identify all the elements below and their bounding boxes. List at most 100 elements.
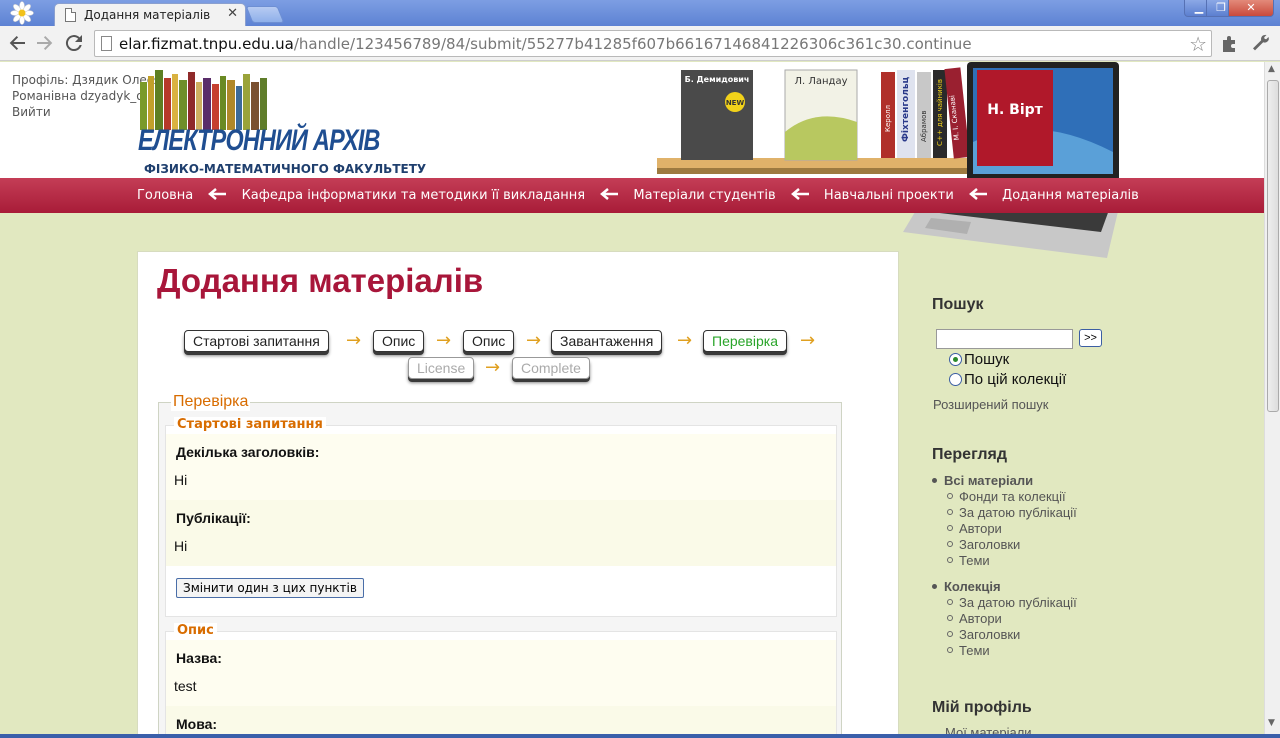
wrench-menu-icon[interactable] <box>1250 33 1272 53</box>
search-scope-collection-radio[interactable] <box>949 373 962 386</box>
edit-initial-questions-button[interactable]: Змінити один з цих пунктів <box>176 578 364 598</box>
step-describe-2[interactable]: Опис <box>463 330 515 352</box>
chrome-daisy-icon[interactable] <box>10 1 34 25</box>
breadcrumb-current: Додання матеріалів <box>1002 188 1139 203</box>
review-legend: Перевірка <box>171 393 251 411</box>
breadcrumb-home[interactable]: Головна <box>137 188 193 203</box>
book-new-badge: NEW <box>726 99 745 107</box>
search-input[interactable] <box>936 329 1073 349</box>
new-tab-button[interactable] <box>245 6 285 23</box>
browse-all-subjects-link[interactable]: Теми <box>959 553 990 568</box>
main-content: Додання матеріалів Стартові запитання → … <box>137 251 899 734</box>
review-row-title: Назва: test <box>166 640 836 706</box>
back-arrow-icon[interactable] <box>5 31 29 55</box>
tab-title: Додання матеріалів <box>84 8 211 22</box>
bullet-circle-icon <box>947 615 953 621</box>
window-close-button[interactable]: ✕ <box>1228 0 1274 17</box>
site-header: Профіль: Дзядик Олеся Романівна dzyadyk_… <box>0 62 1264 258</box>
page-icon <box>101 36 112 51</box>
breadcrumb-arrow-icon <box>968 188 987 200</box>
search-scope-collection-label[interactable]: По цій колекції <box>964 371 1066 388</box>
step-describe-1[interactable]: Опис <box>373 330 425 352</box>
scrollbar-thumb[interactable] <box>1267 80 1279 412</box>
search-submit-button[interactable]: >> <box>1079 329 1102 347</box>
logo-books-icon <box>140 70 267 130</box>
page-favicon-icon <box>65 8 76 22</box>
bullet-icon <box>932 478 937 483</box>
user-profile-box: Профіль: Дзядик Олеся Романівна dzyadyk_… <box>12 72 157 120</box>
page-vertical-scrollbar[interactable]: ▲ ▼ <box>1264 62 1280 734</box>
url-host: elar.fizmat.tnpu.edu.ua <box>119 35 294 53</box>
scroll-up-arrow-icon[interactable]: ▲ <box>1268 64 1275 74</box>
book-wirth-title: Н. Вірт <box>987 102 1043 118</box>
search-scope-all-radio[interactable] <box>949 353 962 366</box>
browse-coll-date-link[interactable]: За датою публікації <box>959 595 1077 610</box>
field-value-multiple-titles: Ні <box>174 472 188 488</box>
book-demidovich-title: Б. Демидович <box>685 75 750 84</box>
logo-title: ЕЛЕКТРОННИЙ АРХІВ <box>138 124 380 157</box>
book-landau-title: Л. Ландау <box>794 76 847 87</box>
review-row-multiple-titles: Декілька заголовків: Ні <box>166 434 836 500</box>
forward-arrow-icon[interactable] <box>33 31 57 55</box>
site-logo[interactable]: ЕЛЕКТРОННИЙ АРХІВ ФІЗИКО-МАТЕМАТИЧНОГО Ф… <box>138 68 426 176</box>
browser-toolbar: elar.fizmat.tnpu.edu.ua/handle/123456789… <box>0 26 1280 61</box>
field-label-title: Назва: <box>176 650 222 666</box>
section-initial-questions-legend: Стартові запитання <box>174 417 326 432</box>
browse-coll-titles-link[interactable]: Заголовки <box>959 627 1020 642</box>
user-profile-login[interactable]: Романівна dzyadyk_o <box>12 88 157 104</box>
step-arrow-icon: → <box>800 330 816 351</box>
bullet-circle-icon <box>947 525 953 531</box>
page-viewport: Профіль: Дзядик Олеся Романівна dzyadyk_… <box>0 62 1264 734</box>
logo-subtitle: ФІЗИКО-МАТЕМАТИЧНОГО ФАКУЛЬТЕТУ <box>144 162 427 176</box>
search-scope-all-label[interactable]: Пошук <box>964 351 1009 368</box>
user-profile-name[interactable]: Профіль: Дзядик Олеся <box>12 72 157 88</box>
step-arrow-icon: → <box>346 330 362 351</box>
step-upload[interactable]: Завантаження <box>551 330 663 352</box>
bullet-circle-icon <box>947 493 953 499</box>
breadcrumb-student-materials[interactable]: Матеріали студентів <box>633 188 775 203</box>
bullet-icon <box>932 584 937 589</box>
book-spine-2: Фіхтенгольц <box>900 76 911 142</box>
logout-link[interactable]: Вийти <box>12 104 157 120</box>
bullet-circle-icon <box>947 647 953 653</box>
breadcrumb-department[interactable]: Кафедра інформатики та методики її викла… <box>242 188 586 203</box>
book-spine-4: C++ для чайників <box>936 79 944 146</box>
section-describe: Опис Назва: test Мова: <box>165 623 837 734</box>
browse-coll-subjects-link[interactable]: Теми <box>959 643 990 658</box>
section-describe-legend: Опис <box>174 623 217 638</box>
scroll-down-arrow-icon[interactable]: ▼ <box>1268 718 1275 728</box>
browser-tab-active[interactable]: Додання матеріалів ✕ <box>54 3 246 26</box>
taskbar-edge <box>0 734 1280 738</box>
review-row-published: Публікації: Ні <box>166 500 836 566</box>
address-bar[interactable]: elar.fizmat.tnpu.edu.ua/handle/123456789… <box>94 30 1212 57</box>
book-spine-1: Керолл <box>884 105 892 132</box>
tab-close-icon[interactable]: ✕ <box>227 6 238 21</box>
browse-all-date-link[interactable]: За датою публікації <box>959 505 1077 520</box>
bookmark-star-icon[interactable]: ☆ <box>1189 32 1207 56</box>
breadcrumb-arrow-icon <box>790 188 809 200</box>
reload-icon[interactable] <box>62 31 86 55</box>
browse-all-communities-link[interactable]: Фонди та колекції <box>959 489 1066 504</box>
step-arrow-icon: → <box>677 330 693 351</box>
url-path: /handle/123456789/84/submit/55277b41285f… <box>293 35 972 53</box>
step-initial-questions[interactable]: Стартові запитання <box>184 330 329 352</box>
browse-all-authors-link[interactable]: Автори <box>959 521 1002 536</box>
browse-coll-authors-link[interactable]: Автори <box>959 611 1002 626</box>
breadcrumb: Головна Кафедра інформатики та методики … <box>137 188 1139 203</box>
browse-all-heading: Всі матеріали <box>944 473 1034 488</box>
book-spine-3: Абрамов <box>920 110 928 142</box>
advanced-search-link[interactable]: Розширений пошук <box>933 397 1049 412</box>
breadcrumb-bar: Головна Кафедра інформатики та методики … <box>0 178 1264 213</box>
extension-puzzle-icon[interactable] <box>1220 33 1240 53</box>
field-label-multiple-titles: Декілька заголовків: <box>176 444 320 460</box>
my-submissions-link[interactable]: Мої матеріали <box>945 725 1032 734</box>
browse-collection-heading: Колекція <box>944 579 1001 594</box>
browser-titlebar: Додання матеріалів ✕ ▁ ❐ ✕ <box>0 0 1280 26</box>
section-initial-questions: Стартові запитання Декілька заголовків: … <box>165 417 837 617</box>
browse-all-titles-link[interactable]: Заголовки <box>959 537 1020 552</box>
bullet-circle-icon <box>947 541 953 547</box>
address-url[interactable]: elar.fizmat.tnpu.edu.ua/handle/123456789… <box>119 35 972 53</box>
review-fieldset: Перевірка Стартові запитання Декілька за… <box>158 393 842 734</box>
breadcrumb-projects[interactable]: Навчальні проекти <box>824 188 954 203</box>
bullet-circle-icon <box>947 599 953 605</box>
